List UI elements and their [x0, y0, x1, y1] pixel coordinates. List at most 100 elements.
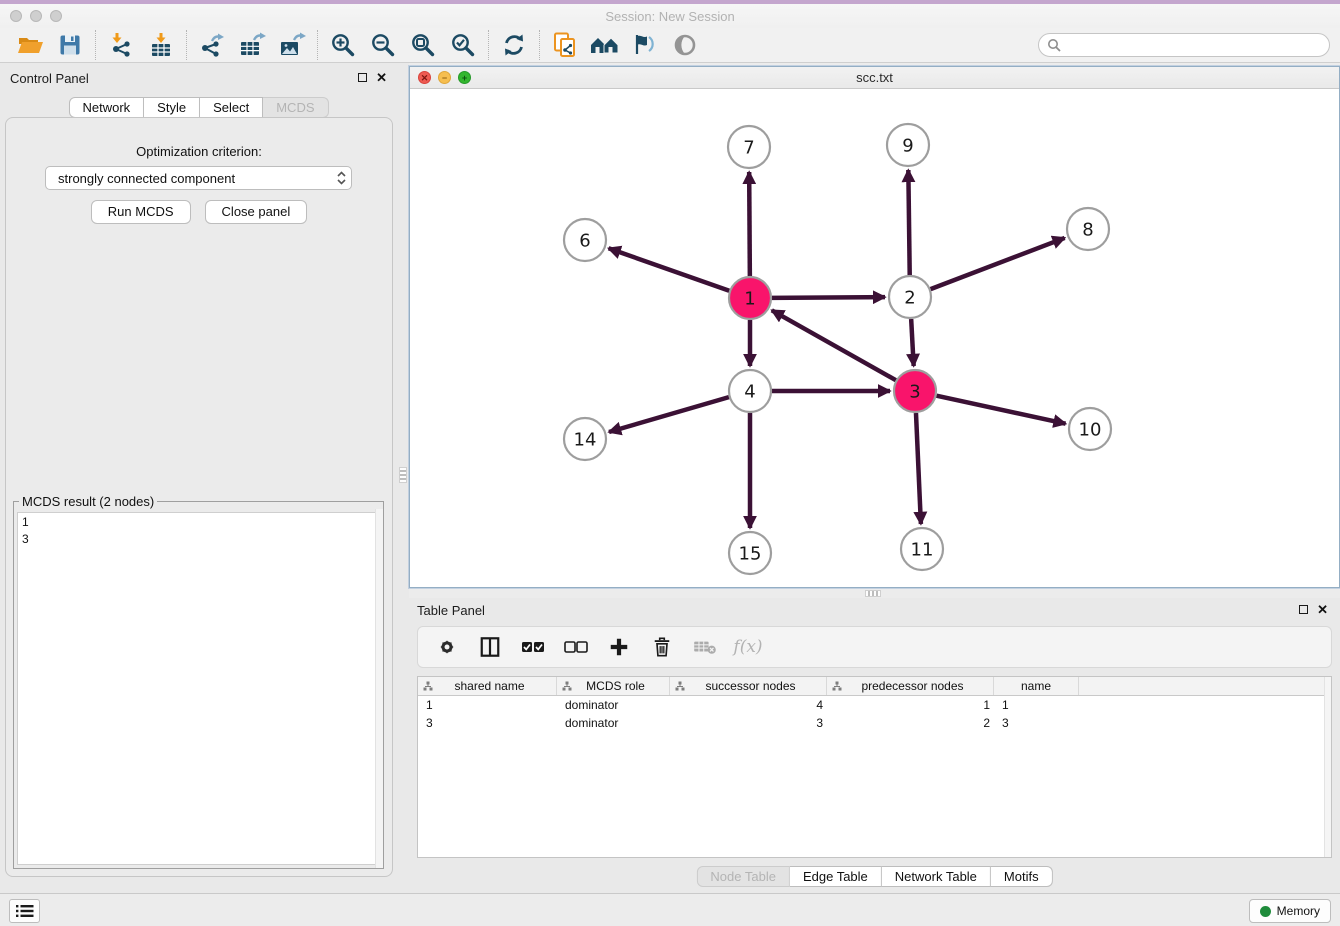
memory-button[interactable]: Memory	[1249, 899, 1331, 923]
cell-predecessor-nodes[interactable]: 2	[827, 716, 994, 732]
graph-edge-1-6[interactable]	[609, 248, 730, 290]
graph-node-label-15: 15	[739, 543, 762, 564]
table-row[interactable]: 3 dominator 3 2 3	[418, 716, 1331, 732]
tab-network[interactable]: Network	[68, 97, 144, 118]
column-header-successor-nodes[interactable]: successor nodes	[670, 677, 827, 695]
network-canvas[interactable]: 7968124314101511	[410, 89, 1339, 587]
create-column-button[interactable]	[606, 634, 632, 660]
toggle-panel-layout-button[interactable]	[477, 634, 503, 660]
graph-edge-2-3[interactable]	[911, 319, 914, 366]
tab-mcds[interactable]: MCDS	[263, 97, 328, 118]
save-session-button[interactable]	[50, 29, 90, 61]
birds-eye-view-button[interactable]	[665, 29, 705, 61]
graph-node-label-9: 9	[902, 135, 913, 156]
main-toolbar	[0, 28, 1340, 63]
graph-edge-3-10[interactable]	[936, 396, 1065, 424]
close-panel-icon[interactable]: ✕	[376, 72, 387, 83]
open-file-button[interactable]	[10, 29, 50, 61]
network-window-titlebar[interactable]: ✕ − + scc.txt	[410, 67, 1339, 89]
tab-style[interactable]: Style	[144, 97, 200, 118]
close-panel-button[interactable]: Close panel	[205, 200, 308, 224]
clone-network-icon	[552, 32, 578, 58]
column-header-predecessor-nodes[interactable]: predecessor nodes	[827, 677, 994, 695]
cell-name[interactable]: 1	[994, 698, 1079, 714]
column-header-name[interactable]: name	[994, 677, 1079, 695]
run-mcds-button[interactable]: Run MCDS	[91, 200, 191, 224]
home-button[interactable]	[585, 29, 625, 61]
toolbar-separator	[186, 30, 187, 60]
export-table-button[interactable]	[232, 29, 272, 61]
graph-edge-2-9[interactable]	[908, 170, 909, 275]
zoom-out-button[interactable]	[363, 29, 403, 61]
delete-column-button[interactable]	[649, 634, 675, 660]
cell-mcds-role[interactable]: dominator	[557, 716, 670, 732]
tab-network-table[interactable]: Network Table	[882, 866, 991, 887]
hierarchy-icon	[562, 681, 572, 691]
search-input[interactable]	[1038, 33, 1330, 57]
graphics-details-button[interactable]	[625, 29, 665, 61]
graph-node-label-11: 11	[911, 539, 934, 560]
export-image-icon	[278, 32, 306, 58]
close-panel-icon[interactable]: ✕	[1317, 604, 1328, 615]
column-header-shared-name[interactable]: shared name	[418, 677, 557, 695]
graph-edge-4-14[interactable]	[609, 397, 729, 432]
zoom-in-icon	[330, 32, 356, 58]
refresh-view-button[interactable]	[494, 29, 534, 61]
graph-edge-3-11[interactable]	[916, 413, 921, 524]
horizontal-splitter[interactable]	[409, 588, 1340, 598]
table-panel-header: Table Panel ✕	[409, 601, 1340, 621]
gear-icon	[436, 636, 458, 658]
cell-shared-name[interactable]: 3	[418, 716, 557, 732]
import-table-button[interactable]	[141, 29, 181, 61]
tab-edge-table[interactable]: Edge Table	[790, 866, 882, 887]
cell-name[interactable]: 3	[994, 716, 1079, 732]
cell-shared-name[interactable]: 1	[418, 698, 557, 714]
export-image-button[interactable]	[272, 29, 312, 61]
mcds-result-text[interactable]: 1 3	[17, 512, 380, 865]
splitter-grip[interactable]	[865, 590, 881, 597]
tab-node-table[interactable]: Node Table	[696, 866, 790, 887]
memory-label: Memory	[1277, 904, 1320, 918]
splitter-grip[interactable]	[399, 467, 407, 483]
select-all-columns-button[interactable]	[520, 634, 546, 660]
cell-predecessor-nodes[interactable]: 1	[827, 698, 994, 714]
network-view-window: ✕ − + scc.txt 7968124314101511	[409, 66, 1340, 588]
node-table[interactable]: shared name MCDS role successor nodes pr…	[417, 676, 1332, 858]
float-panel-icon[interactable]	[358, 73, 367, 82]
checked-boxes-icon	[521, 640, 545, 654]
zoom-in-button[interactable]	[323, 29, 363, 61]
cell-successor-nodes[interactable]: 3	[670, 716, 827, 732]
graph-edge-1-2[interactable]	[772, 297, 885, 298]
cell-successor-nodes[interactable]: 4	[670, 698, 827, 714]
function-builder-button[interactable]: f(x)	[735, 634, 761, 660]
graph-edge-2-8[interactable]	[931, 238, 1065, 289]
import-network-button[interactable]	[101, 29, 141, 61]
table-row[interactable]: 1 dominator 4 1 1	[418, 698, 1331, 714]
graph-edge-1-7[interactable]	[749, 172, 750, 276]
column-header-mcds-role[interactable]: MCDS role	[557, 677, 670, 695]
graph-node-label-3: 3	[909, 381, 920, 402]
graph-edge-3-1[interactable]	[772, 310, 896, 380]
application-window: Session: New Session	[0, 0, 1340, 926]
float-panel-icon[interactable]	[1299, 605, 1308, 614]
unchecked-boxes-icon	[564, 640, 588, 654]
export-network-button[interactable]	[192, 29, 232, 61]
graph-node-label-10: 10	[1079, 419, 1102, 440]
mcds-tab-content: Optimization criterion: strongly connect…	[5, 117, 393, 877]
graph-node-label-4: 4	[744, 381, 755, 402]
task-history-button[interactable]	[9, 899, 40, 923]
clone-network-button[interactable]	[545, 29, 585, 61]
unselect-all-columns-button[interactable]	[563, 634, 589, 660]
table-settings-button[interactable]	[434, 634, 460, 660]
tab-motifs[interactable]: Motifs	[991, 866, 1053, 887]
result-scrollbar[interactable]	[375, 509, 383, 868]
zoom-fit-button[interactable]	[403, 29, 443, 61]
vertical-splitter[interactable]	[397, 63, 409, 893]
table-scrollbar[interactable]	[1324, 677, 1331, 857]
zoom-selected-button[interactable]	[443, 29, 483, 61]
delete-table-button[interactable]	[692, 634, 718, 660]
tab-select[interactable]: Select	[200, 97, 263, 118]
criterion-dropdown[interactable]: strongly connected component	[45, 166, 352, 190]
dropdown-stepper-icon	[331, 167, 351, 189]
cell-mcds-role[interactable]: dominator	[557, 698, 670, 714]
